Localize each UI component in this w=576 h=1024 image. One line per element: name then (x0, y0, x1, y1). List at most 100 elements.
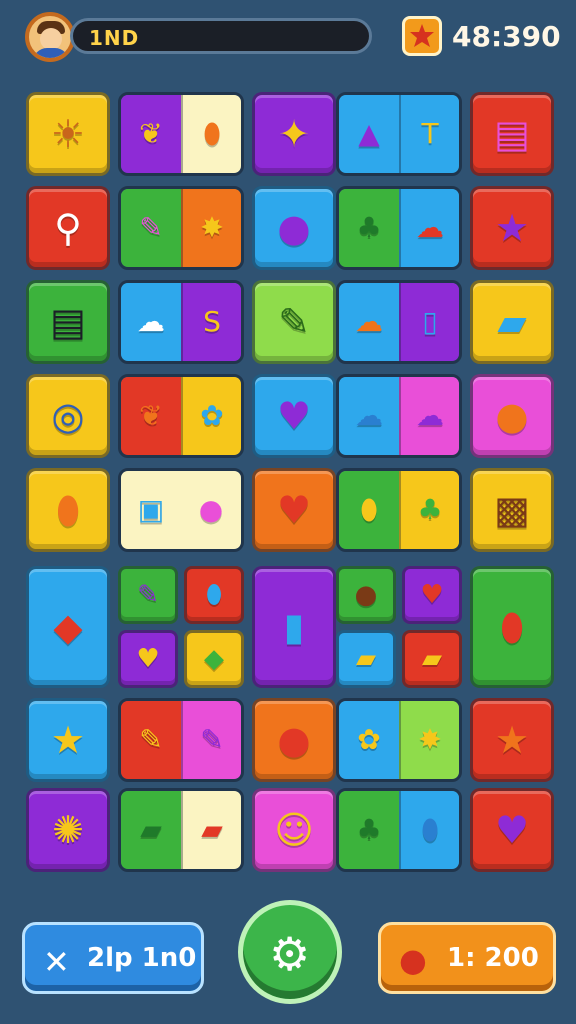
tile-mini-eraser[interactable]: ▰ (402, 630, 462, 688)
tile-star-yellow[interactable]: ★ (26, 698, 110, 782)
tile-screen[interactable]: ▤ (26, 280, 110, 364)
crayon-icon: ▰ (356, 644, 376, 674)
heart-icon: ♥ (420, 580, 444, 610)
star-icon: ★ (50, 718, 86, 762)
tile-magnifier[interactable]: ⚲ (26, 186, 110, 270)
tile-star[interactable]: ★ (470, 186, 554, 270)
drop-icon: ⬮ (205, 580, 223, 610)
tile-mini-lollipop[interactable]: ● (336, 566, 396, 624)
bird-icon: ✦ (278, 112, 310, 156)
player-name-bar: 1ND (70, 18, 372, 54)
blob-icon: ✿ (357, 723, 381, 756)
tile-heart-violet[interactable]: ♥ (470, 788, 554, 872)
ring-icon: ◎ (51, 394, 85, 438)
tile-mini-heart-red[interactable]: ♥ (402, 566, 462, 624)
tile-star-wand[interactable]: ★ (470, 698, 554, 782)
face-block-icon: ▣ (137, 493, 165, 526)
crayon-icon: ✎ (200, 723, 224, 756)
tile-face[interactable]: ☺ (252, 788, 336, 872)
tile-shaker[interactable]: ⬮ (470, 566, 554, 688)
octopus-icon: ☁ (355, 305, 383, 338)
pencil-icon: ✎ (278, 300, 310, 344)
bean-icon: ● (198, 493, 224, 526)
tile-pear-pair[interactable]: ⬮ ♣ (336, 468, 462, 552)
coins-button-label: 1: 200 (447, 943, 539, 973)
cross-tool-icon: ✕ (43, 943, 70, 981)
tile-bird[interactable]: ✦ (252, 92, 336, 176)
tile-picture[interactable]: ▩ (470, 468, 554, 552)
splat-icon: ✸ (200, 211, 224, 244)
tile-bomb[interactable]: ● (252, 698, 336, 782)
fruit-icon: ● (399, 941, 427, 979)
tile-green-red-pair[interactable]: ✎ ✸ (118, 186, 244, 270)
star-icon: ★ (494, 206, 530, 250)
tile-heart-purple[interactable]: ♥ (252, 374, 336, 458)
tile-balloon[interactable]: ● (470, 374, 554, 458)
screen-icon: ▤ (50, 300, 86, 344)
score-display: 48:390 (400, 16, 561, 58)
player-avatar[interactable] (25, 12, 75, 62)
kite-icon: ◆ (53, 605, 83, 649)
carrot-icon: ⬮ (203, 117, 221, 150)
heart-icon: ♥ (136, 644, 160, 674)
magnifier-icon: ⚲ (54, 206, 82, 250)
tile-mini-diamond[interactable]: ◆ (184, 630, 244, 688)
star-icon (402, 16, 442, 56)
hat-icon: ▲ (358, 117, 380, 150)
tile-pencil[interactable]: ✎ (252, 280, 336, 364)
heart-icon: ♥ (494, 808, 530, 852)
tile-tree-drop-pair[interactable]: ♣ ⬮ (336, 788, 462, 872)
tile-leaf-pair[interactable]: ❦ ⬮ (118, 92, 244, 176)
carrot-icon: ⬮ (56, 488, 80, 532)
sun-face-icon: ✺ (52, 808, 84, 852)
main-action-button[interactable]: ⚙ (238, 900, 342, 1004)
game-board: ☀ ❦ ⬮ ✦ ▲ T ▤ ⚲ ✎ ✸ ● ♣ ☁ ★ ▤ ☁ S ✎ ☁ ▯ … (26, 92, 554, 872)
tile-mini-drop[interactable]: ⬮ (184, 566, 244, 624)
tile-mini-crayon[interactable]: ▰ (336, 630, 396, 688)
tile-carrot[interactable]: ⬮ (26, 468, 110, 552)
lollipop-icon: ● (354, 580, 378, 610)
hammer-icon: T (421, 117, 439, 150)
heart-icon: ♥ (276, 488, 312, 532)
shaker-icon: ⬮ (500, 605, 524, 649)
tile-mini-heart[interactable]: ♥ (118, 630, 178, 688)
tile-battery-pair[interactable]: ▰ ▰ (118, 788, 244, 872)
pen-icon: ✎ (139, 211, 163, 244)
tile-kite[interactable]: ◆ (26, 566, 110, 688)
tools-button[interactable]: ✕ 2lp 1n0 (22, 922, 204, 994)
tile-cloud-pair[interactable]: ☁ ☁ (336, 374, 462, 458)
tile-marker[interactable]: ▮ (252, 566, 336, 688)
tile-cassette[interactable]: ▤ (470, 92, 554, 176)
tile-blue-pair[interactable]: ▲ T (336, 92, 462, 176)
tile-sun[interactable]: ☀ (26, 92, 110, 176)
bottom-bar: ✕ 2lp 1n0 ⚙ ● 1: 200 (0, 890, 576, 1024)
gear-icon: ⚙ (269, 927, 311, 981)
tile-cream-pair[interactable]: ▣ ● (118, 468, 244, 552)
tile-leaf-flower-pair[interactable]: ❦ ✿ (118, 374, 244, 458)
tile-mini-pencil[interactable]: ✎ (118, 566, 178, 624)
coins-button[interactable]: ● 1: 200 (378, 922, 556, 994)
jellyfish-icon: ☁ (416, 211, 444, 244)
star-icon: ★ (494, 718, 530, 762)
tile-ghost-pair[interactable]: ☁ S (118, 280, 244, 364)
bomb-icon: ● (277, 718, 311, 762)
tile-lollipop[interactable]: ● (252, 186, 336, 270)
tree-icon: ♣ (356, 211, 382, 244)
pear-icon: ⬮ (360, 493, 378, 526)
pencil-icon: ✎ (137, 580, 159, 610)
sun-icon: ☀ (50, 112, 86, 156)
tile-pencil-pair[interactable]: ✎ ✎ (118, 698, 244, 782)
leaf-icon: ❦ (139, 399, 163, 432)
cassette-icon: ▤ (494, 112, 530, 156)
tile-ring[interactable]: ◎ (26, 374, 110, 458)
tree-icon: ♣ (417, 493, 443, 526)
ghost-icon: ☁ (137, 305, 165, 338)
tile-sun-face[interactable]: ✺ (26, 788, 110, 872)
tile-heart-red[interactable]: ♥ (252, 468, 336, 552)
picture-icon: ▩ (494, 488, 530, 532)
tile-blob-pair[interactable]: ✿ ✸ (336, 698, 462, 782)
flower-icon: ✿ (200, 399, 224, 432)
tile-creature-pair[interactable]: ☁ ▯ (336, 280, 462, 364)
tile-crayon[interactable]: ▰ (470, 280, 554, 364)
tile-tree-pair[interactable]: ♣ ☁ (336, 186, 462, 270)
